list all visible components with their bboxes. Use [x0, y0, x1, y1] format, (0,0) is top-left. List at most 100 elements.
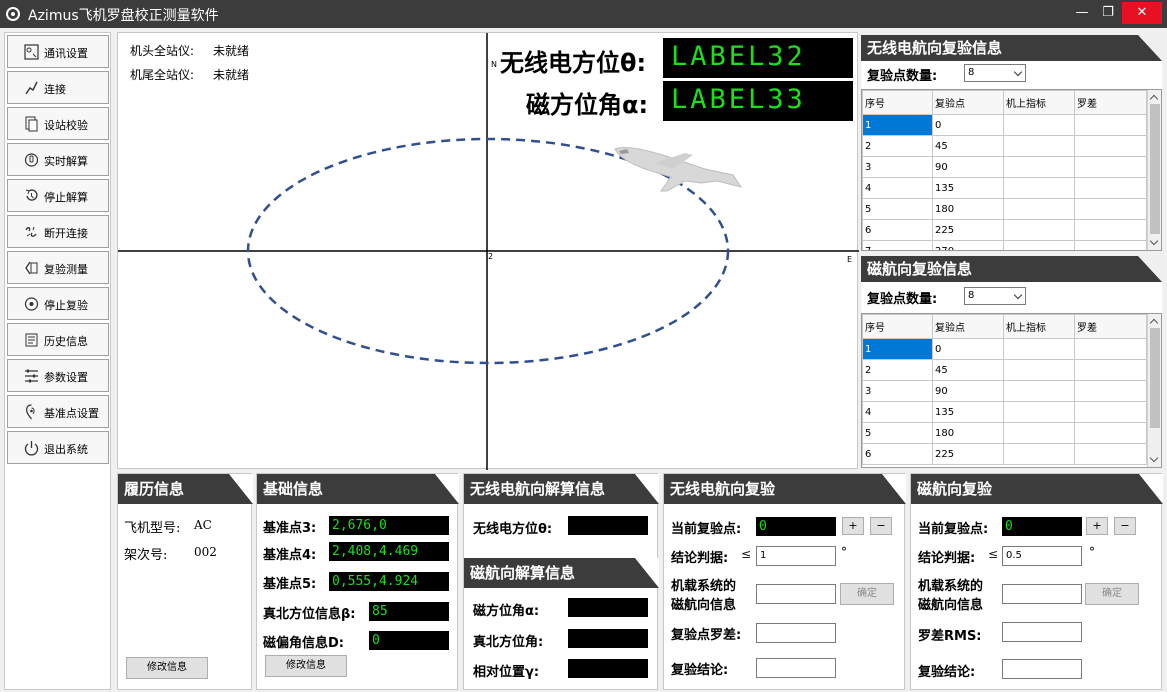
table-cell[interactable] [1003, 156, 1075, 178]
column-header[interactable]: 罗差 [1074, 314, 1147, 339]
table-cell[interactable]: 2 [862, 359, 933, 381]
table-cell[interactable] [1003, 338, 1075, 360]
table-cell[interactable] [1003, 177, 1075, 199]
radio-point-deviation-input[interactable] [756, 623, 836, 643]
radio-recheck-table[interactable]: 序号 复验点 机上指标 罗差 10 2 45 3 90 4 135 5 180 6 225… [861, 89, 1162, 251]
radio-criterion-input[interactable]: 1 [756, 546, 836, 566]
table-cell[interactable]: 270 [932, 240, 1004, 250]
table-cell[interactable] [1003, 422, 1075, 444]
table-cell[interactable]: 4 [862, 177, 933, 199]
radio-table-scrollbar[interactable] [1147, 90, 1161, 250]
table-cell[interactable]: 2 [862, 135, 933, 157]
scroll-thumb[interactable] [1150, 328, 1160, 428]
table-cell[interactable] [1003, 114, 1075, 136]
table-cell[interactable] [1074, 380, 1147, 402]
table-row[interactable]: 10 [862, 114, 1147, 136]
column-header[interactable]: 复验点 [932, 314, 1004, 339]
nav-reference-point-button[interactable]: 基准点设置 [7, 395, 109, 428]
table-cell[interactable] [1074, 422, 1147, 444]
base-modify-button[interactable]: 修改信息 [265, 655, 347, 677]
nav-stop-solve-button[interactable]: 停止解算 [7, 179, 109, 212]
radio-point-minus-button[interactable]: − [870, 517, 892, 535]
nav-disconnect-button[interactable]: 断开连接 [7, 215, 109, 248]
table-row[interactable]: 6 225 [862, 219, 1147, 241]
table-cell[interactable] [1074, 114, 1147, 136]
mag-recheck-table[interactable]: 序号 复验点 机上指标 罗差 10 2 45 3 90 4 135 5 180 6 225 [861, 313, 1162, 468]
table-cell[interactable]: 135 [932, 401, 1004, 423]
mag-point-plus-button[interactable]: + [1086, 517, 1108, 535]
table-cell[interactable]: 1 [862, 338, 933, 360]
nav-station-check-button[interactable]: 设站校验 [7, 107, 109, 140]
table-cell[interactable] [1003, 198, 1075, 220]
table-cell[interactable] [1074, 156, 1147, 178]
table-row[interactable]: 5 180 [862, 422, 1147, 444]
table-row[interactable]: 7 270 [862, 240, 1147, 250]
table-cell[interactable]: 5 [862, 422, 933, 444]
nav-history-button[interactable]: 历史信息 [7, 323, 109, 356]
table-cell[interactable]: 3 [862, 380, 933, 402]
scroll-thumb[interactable] [1150, 104, 1160, 234]
column-header[interactable]: 序号 [862, 314, 933, 339]
mag-criterion-input[interactable]: 0.5 [1002, 546, 1082, 566]
table-cell[interactable]: 225 [932, 219, 1004, 241]
table-row[interactable]: 5 180 [862, 198, 1147, 220]
nav-exit-button[interactable]: 退出系统 [7, 431, 109, 464]
table-cell[interactable] [1074, 240, 1147, 250]
nav-stop-recheck-button[interactable]: 停止复验 [7, 287, 109, 320]
table-cell[interactable]: 1 [862, 114, 933, 136]
table-cell[interactable] [1003, 359, 1075, 381]
table-row[interactable]: 2 45 [862, 135, 1147, 157]
mag-confirm-button[interactable]: 确定 [1085, 583, 1139, 605]
column-header[interactable]: 复验点 [932, 90, 1004, 115]
scroll-down-icon[interactable] [1149, 453, 1159, 463]
mag-count-select[interactable]: 8 [964, 287, 1026, 305]
scroll-down-icon[interactable] [1149, 236, 1159, 246]
table-cell[interactable]: 0 [932, 114, 1004, 136]
table-cell[interactable]: 180 [932, 422, 1004, 444]
scroll-up-icon[interactable] [1149, 318, 1159, 328]
table-cell[interactable]: 180 [932, 198, 1004, 220]
column-header[interactable]: 罗差 [1074, 90, 1147, 115]
radio-airborne-heading-input[interactable] [756, 584, 836, 604]
table-row[interactable]: 2 45 [862, 359, 1147, 381]
table-cell[interactable]: 5 [862, 198, 933, 220]
table-cell[interactable] [1003, 240, 1075, 250]
nav-comm-settings-button[interactable]: 通讯设置 [7, 35, 109, 68]
table-row[interactable]: 6 225 [862, 443, 1147, 465]
table-cell[interactable] [1003, 135, 1075, 157]
column-header[interactable]: 机上指标 [1003, 314, 1075, 339]
table-cell[interactable] [1074, 177, 1147, 199]
scroll-up-icon[interactable] [1149, 94, 1159, 104]
maximize-button[interactable]: ❐ [1094, 0, 1122, 26]
table-cell[interactable]: 6 [862, 443, 933, 465]
table-cell[interactable] [1074, 359, 1147, 381]
table-cell[interactable] [1003, 380, 1075, 402]
table-cell[interactable]: 4 [862, 401, 933, 423]
mag-airborne-heading-input[interactable] [1002, 584, 1082, 604]
table-cell[interactable] [1003, 219, 1075, 241]
nav-realtime-solve-button[interactable]: 实时解算 [7, 143, 109, 176]
table-cell[interactable] [1003, 401, 1075, 423]
radio-confirm-button[interactable]: 确定 [840, 583, 894, 605]
mag-point-minus-button[interactable]: − [1114, 517, 1136, 535]
table-cell[interactable] [1074, 338, 1147, 360]
nav-connect-button[interactable]: 连接 [7, 71, 109, 104]
table-cell[interactable] [1074, 443, 1147, 465]
radio-point-plus-button[interactable]: + [842, 517, 864, 535]
mag-result-input[interactable] [1002, 659, 1082, 679]
radio-result-input[interactable] [756, 658, 836, 678]
table-cell[interactable]: 45 [932, 135, 1004, 157]
table-cell[interactable]: 225 [932, 443, 1004, 465]
table-row[interactable]: 4 135 [862, 177, 1147, 199]
table-cell[interactable]: 45 [932, 359, 1004, 381]
table-cell[interactable] [1003, 443, 1075, 465]
minimize-button[interactable]: — [1068, 0, 1096, 26]
nav-param-settings-button[interactable]: 参数设置 [7, 359, 109, 392]
table-cell[interactable] [1074, 198, 1147, 220]
table-cell[interactable]: 135 [932, 177, 1004, 199]
table-row[interactable]: 3 90 [862, 156, 1147, 178]
table-cell[interactable]: 0 [932, 338, 1004, 360]
table-cell[interactable] [1074, 401, 1147, 423]
table-cell[interactable] [1074, 219, 1147, 241]
nav-recheck-measure-button[interactable]: 复验测量 [7, 251, 109, 284]
